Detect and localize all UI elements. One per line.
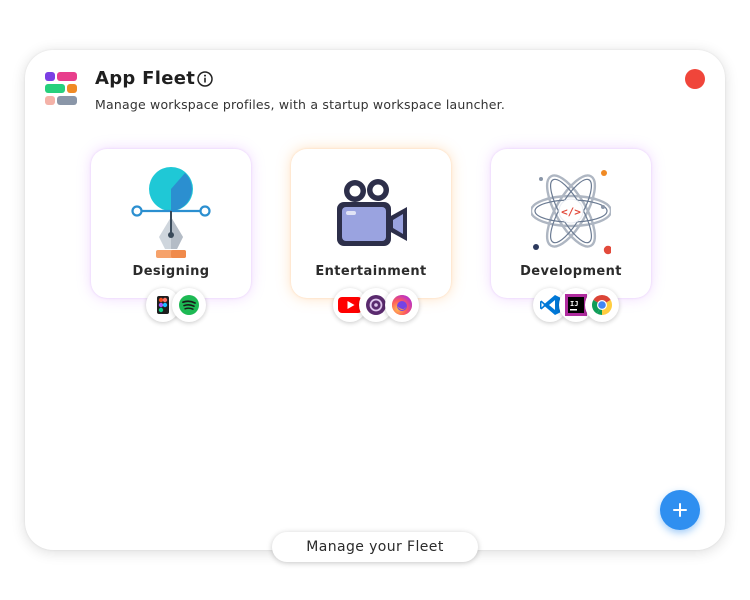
workspace-card-development[interactable]: </> Development [491,149,651,298]
app-subtitle: Manage workspace profiles, with a startu… [95,97,506,112]
workspace-label: Development [520,264,622,279]
plus-icon [673,503,687,517]
spotify-icon[interactable] [172,288,206,322]
svg-text:IJ: IJ [570,300,578,308]
close-button[interactable] [685,69,705,89]
info-icon[interactable] [197,71,213,87]
svg-text:</>: </> [561,206,581,219]
workspace-label: Entertainment [315,264,427,279]
app-logo-icon [45,72,77,106]
app-title: App Fleet [95,68,196,89]
workspace-card-entertainment[interactable]: Entertainment [291,149,451,298]
video-camera-icon [337,179,407,246]
add-workspace-button[interactable] [660,490,700,530]
atom-code-icon: </> [531,170,611,255]
manage-fleet-button[interactable]: Manage your Fleet [272,532,478,562]
workspace-card-designing[interactable]: Designing [91,149,251,298]
pen-tool-icon [131,167,211,258]
firefox-icon[interactable] [385,288,419,322]
chrome-icon[interactable] [585,288,619,322]
app-window: App Fleet Manage workspace profiles, wit… [25,50,725,550]
workspace-label: Designing [132,264,210,279]
